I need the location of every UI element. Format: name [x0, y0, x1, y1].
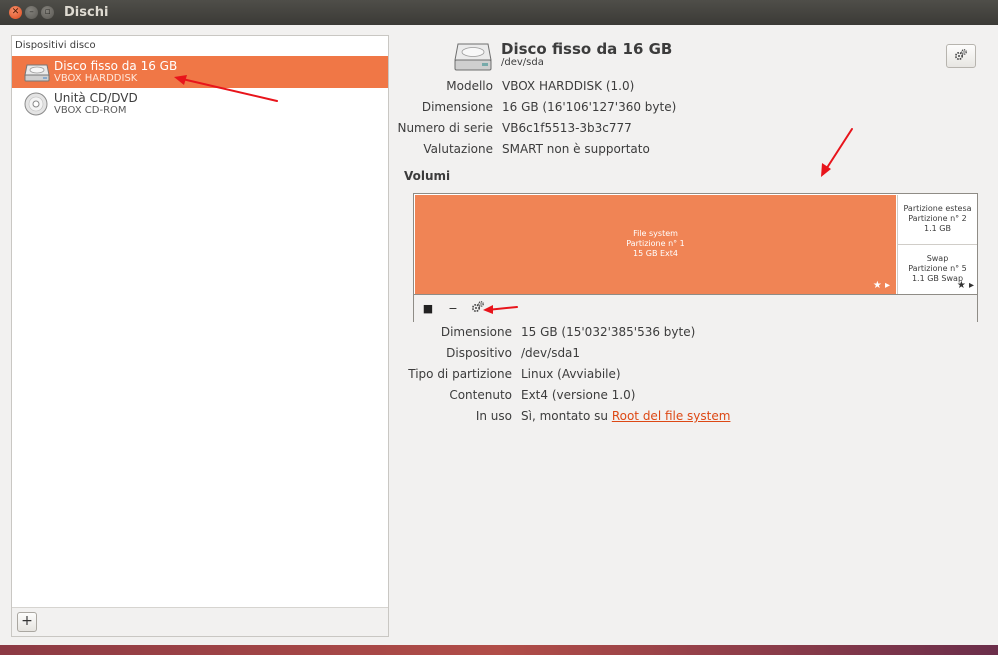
partition-1-number: Partizione n° 1	[626, 239, 685, 248]
desktop-background-strip	[0, 645, 998, 655]
root-filesystem-link[interactable]: Root del file system	[612, 409, 731, 423]
harddisk-large-icon	[453, 40, 493, 75]
add-device-button[interactable]: +	[17, 612, 37, 632]
volume-toolbar: ■ −	[414, 294, 977, 322]
disk-device-path: /dev/sda	[501, 57, 544, 68]
minimize-window-button[interactable]: –	[25, 6, 38, 19]
volumes-heading: Volumi	[404, 169, 451, 183]
devices-footer: +	[12, 607, 388, 636]
prop-model-label: Modello	[446, 79, 493, 93]
partition-settings-button[interactable]	[470, 300, 486, 316]
part-size-label: Dimensione	[440, 325, 512, 339]
device-harddisk-model: VBOX HARDDISK	[54, 73, 138, 84]
partition-2-number: Partizione n° 2	[908, 214, 967, 223]
maximize-window-button[interactable]: ▫	[41, 6, 54, 19]
harddisk-icon	[24, 62, 50, 85]
devices-header: Dispositivi disco	[15, 40, 96, 51]
device-harddisk-name: Disco fisso da 16 GB	[54, 59, 178, 73]
device-cdrom-name: Unità CD/DVD	[54, 91, 138, 105]
part-content-value: Ext4 (versione 1.0)	[521, 388, 636, 402]
partition-1-boot-mounted-icons: ★ ▸	[872, 280, 890, 291]
cdrom-icon	[24, 92, 48, 119]
partition-5-icons: ★ ▸	[956, 280, 974, 291]
disk-title: Disco fisso da 16 GB	[501, 40, 673, 58]
partition-5-number: Partizione n° 5	[908, 264, 967, 273]
part-type-label: Tipo di partizione	[408, 367, 512, 381]
part-inuse-label: In uso	[475, 409, 512, 423]
part-inuse-value: Sì, montato su Root del file system	[521, 409, 730, 423]
window-controls: ✕ – ▫	[9, 6, 54, 19]
partition-5-fs: Swap	[926, 254, 949, 263]
part-device-label: Dispositivo	[446, 346, 512, 360]
partition-2-size: 1.1 GB	[924, 224, 951, 233]
prop-size-value: 16 GB (16'106'127'360 byte)	[502, 100, 677, 114]
part-inuse-prefix: Sì, montato su	[521, 409, 612, 423]
gears-icon	[954, 48, 968, 65]
device-cdrom-model: VBOX CD-ROM	[54, 105, 127, 116]
device-cdrom-row[interactable]: Unità CD/DVD VBOX CD-ROM	[12, 88, 388, 120]
close-window-button[interactable]: ✕	[9, 6, 22, 19]
partition-2-extended-block[interactable]: Partizione estesa Partizione n° 2 1.1 GB	[897, 195, 977, 245]
prop-model-value: VBOX HARDDISK (1.0)	[502, 79, 635, 93]
partition-1-block[interactable]: File system Partizione n° 1 15 GB Ext4 ★…	[415, 195, 896, 294]
part-size-value: 15 GB (15'032'385'536 byte)	[521, 325, 696, 339]
partition-2-type: Partizione estesa	[903, 204, 972, 213]
window-title: Dischi	[64, 5, 109, 20]
part-content-label: Contenuto	[449, 388, 512, 402]
volumes-map: File system Partizione n° 1 15 GB Ext4 ★…	[413, 193, 978, 322]
prop-smart-value: SMART non è supportato	[502, 142, 650, 156]
disk-settings-button[interactable]	[946, 44, 976, 68]
gears-icon	[471, 300, 485, 317]
prop-serial-value: VB6c1f5513-3b3c777	[502, 121, 632, 135]
part-type-value: Linux (Avviabile)	[521, 367, 621, 381]
delete-partition-button[interactable]: −	[445, 300, 461, 316]
disk-devices-panel: Dispositivi disco Disco fisso da 16 GB V…	[11, 35, 389, 637]
window-titlebar: ✕ – ▫ Dischi	[0, 0, 998, 25]
part-device-value: /dev/sda1	[521, 346, 581, 360]
partition-1-size: 15 GB Ext4	[633, 249, 678, 258]
prop-size-label: Dimensione	[421, 100, 493, 114]
prop-smart-label: Valutazione	[423, 142, 493, 156]
partition-5-swap-block[interactable]: Swap Partizione n° 5 1.1 GB Swap ★ ▸	[897, 245, 977, 294]
prop-serial-label: Numero di serie	[397, 121, 493, 135]
unmount-stop-button[interactable]: ■	[420, 300, 436, 316]
partition-1-fs: File system	[633, 229, 678, 238]
device-harddisk-row[interactable]: Disco fisso da 16 GB VBOX HARDDISK	[12, 56, 388, 88]
